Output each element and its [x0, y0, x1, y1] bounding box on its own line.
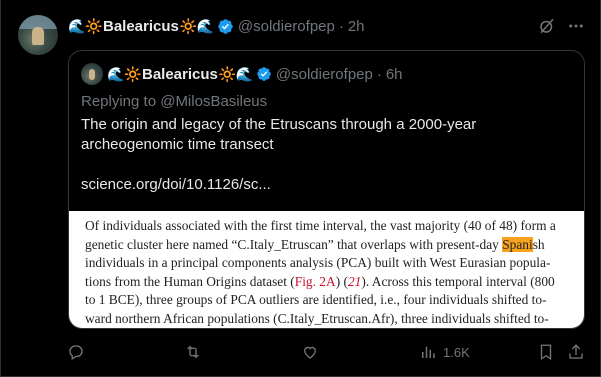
- bookmark-icon: [540, 344, 552, 361]
- reply-icon: [69, 345, 83, 360]
- paper-excerpt: Of individuals associated with the first…: [85, 217, 575, 328]
- tweet[interactable]: 🌊 🔆 Balearicus 🔆 🌊 @soldierofpep · 2h 🌊 …: [0, 0, 601, 377]
- wave-emoji-icon: 🌊: [235, 66, 254, 82]
- avatar[interactable]: [18, 15, 58, 55]
- quote-link[interactable]: science.org/doi/10.1126/sc...: [81, 175, 561, 195]
- sun-emoji-icon: 🔆: [179, 18, 198, 34]
- handle[interactable]: @soldierofpep: [238, 18, 335, 35]
- verified-badge-icon: [257, 67, 271, 81]
- timestamp[interactable]: 2h: [348, 18, 365, 35]
- figure-ref: Fig. 2A: [294, 273, 336, 289]
- like-button[interactable]: [301, 342, 325, 362]
- separator: ·: [338, 17, 344, 35]
- display-name[interactable]: Balearicus: [103, 18, 179, 35]
- share-button[interactable]: [567, 342, 585, 362]
- paper-line: ward northern African populations (C.Ita…: [85, 310, 549, 326]
- tweet-header: 🌊 🔆 Balearicus 🔆 🌊 @soldierofpep · 2h: [68, 16, 365, 36]
- quoted-tweet[interactable]: 🌊 🔆 Balearicus 🔆 🌊 @soldierofpep · 6h Re…: [68, 50, 585, 329]
- reply-button[interactable]: [67, 342, 91, 362]
- action-bar: 1.6K: [1, 340, 601, 364]
- paper-line: individuals in a principal components an…: [85, 255, 551, 271]
- wave-emoji-icon: 🌊: [68, 18, 86, 34]
- separator: ·: [376, 65, 382, 83]
- wave-emoji-icon: 🌊: [107, 66, 125, 82]
- paper-text: ). Across this temporal interval (800: [361, 273, 555, 289]
- quote-header: 🌊 🔆 Balearicus 🔆 🌊 @soldierofpep · 6h: [107, 65, 403, 83]
- retweet-icon: [187, 345, 199, 359]
- paper-text: sh: [532, 236, 545, 252]
- views-count: 1.6K: [443, 344, 470, 360]
- citation-ref: 21: [347, 273, 362, 289]
- grok-icon[interactable]: [538, 17, 556, 35]
- paper-line: Of individuals associated with the first…: [85, 218, 556, 233]
- views-button[interactable]: 1.6K: [419, 342, 470, 362]
- quote-display-name: Balearicus: [142, 65, 218, 83]
- quote-timestamp: 6h: [385, 65, 403, 83]
- sun-emoji-icon: 🔆: [85, 18, 103, 34]
- like-icon: [304, 346, 316, 359]
- paper-text: genetic cluster here named “C.Italy_Etru…: [85, 236, 503, 252]
- share-icon: [569, 344, 583, 359]
- sun-emoji-icon: 🔆: [218, 66, 237, 82]
- search-highlight: Spani: [502, 236, 533, 252]
- paper-line: tions from the Human Origins dataset (Fi…: [85, 273, 575, 292]
- bookmark-button[interactable]: [537, 342, 555, 362]
- wave-emoji-icon: 🌊: [196, 18, 215, 34]
- paper-line: genetic cluster here named “C.Italy_Etru…: [85, 236, 575, 255]
- quote-text: The origin and legacy of the Etruscans t…: [81, 116, 477, 153]
- quote-text-block: The origin and legacy of the Etruscans t…: [81, 115, 561, 195]
- attached-image[interactable]: Of individuals associated with the first…: [69, 211, 584, 328]
- replying-to: Replying to @MilosBasileus: [81, 93, 268, 110]
- verified-badge-icon: [218, 18, 233, 34]
- paper-line: to 1 BCE), three groups of PCA outliers …: [85, 292, 547, 308]
- quote-avatar: [81, 63, 103, 85]
- views-icon: [422, 346, 435, 358]
- paper-text: ) (: [335, 273, 348, 289]
- quote-handle: @soldierofpep: [275, 65, 373, 83]
- more-icon[interactable]: [567, 17, 585, 35]
- sun-emoji-icon: 🔆: [124, 66, 142, 82]
- retweet-button[interactable]: [184, 342, 208, 362]
- paper-text: tions from the Human Origins dataset (: [85, 273, 295, 289]
